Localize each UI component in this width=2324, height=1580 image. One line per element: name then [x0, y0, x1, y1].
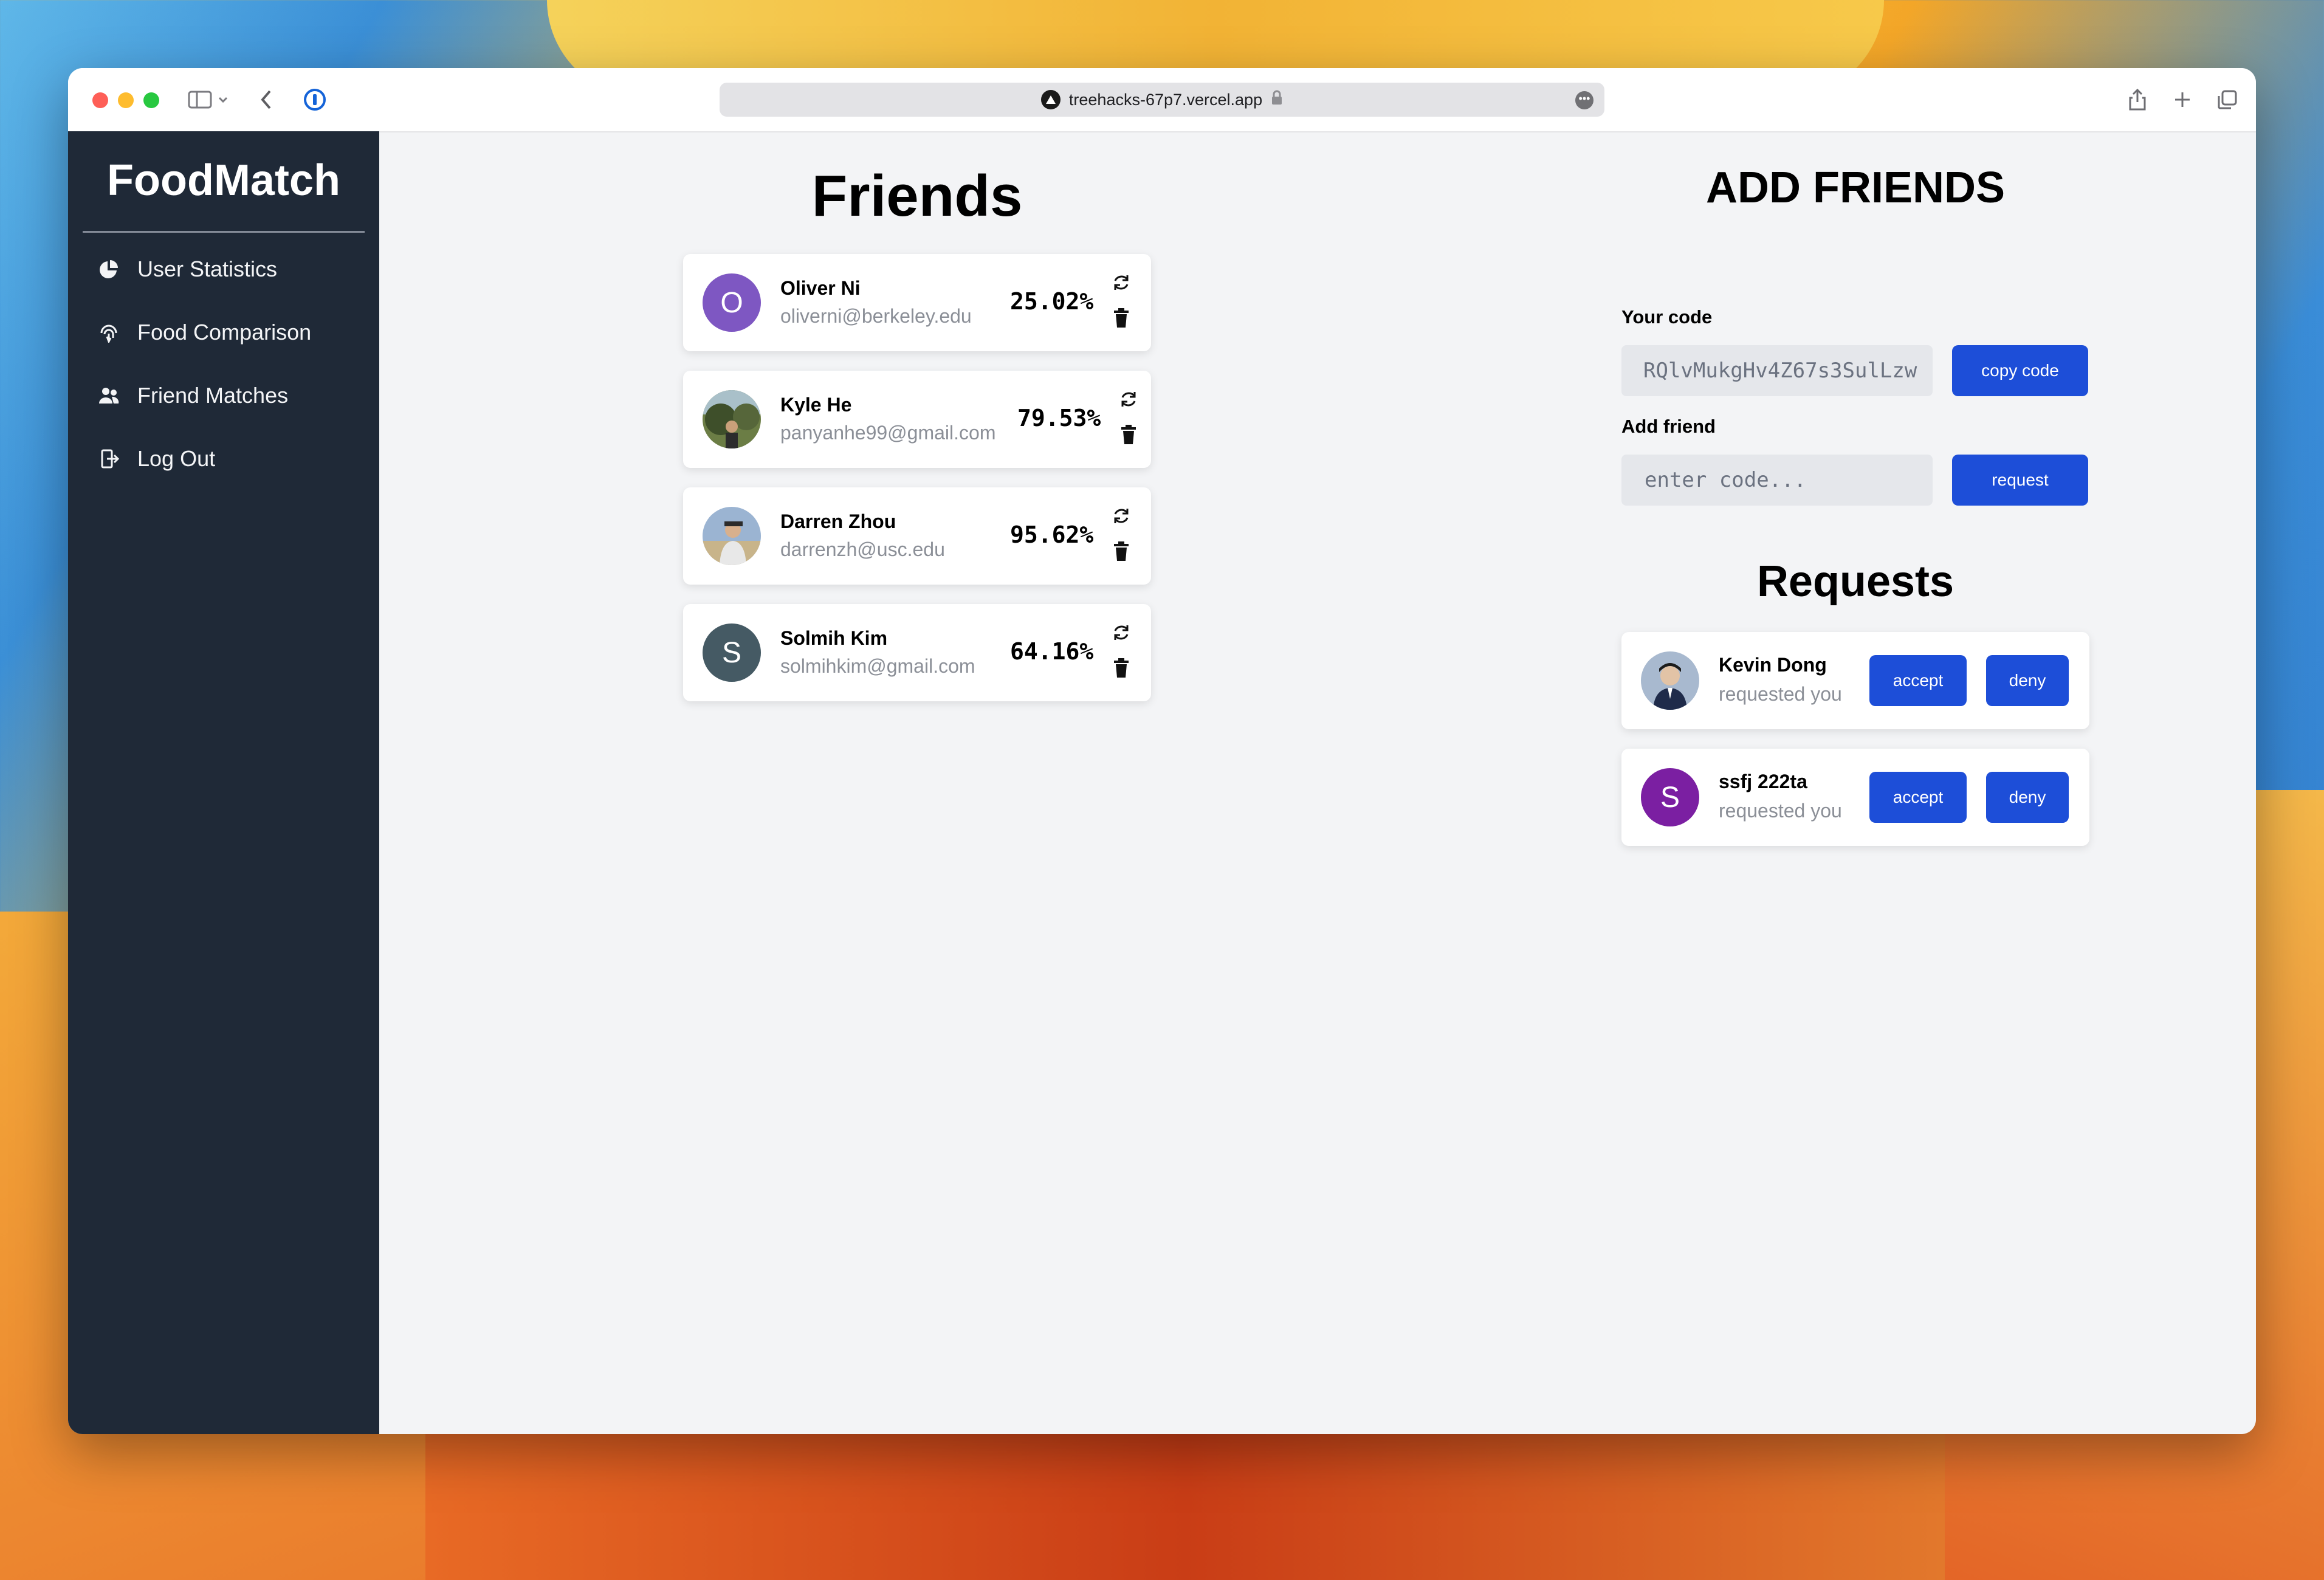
minimize-window-button[interactable]: [118, 92, 134, 108]
your-code-value: RQlvMukgHv4Z67s3SulLzw: [1643, 359, 1917, 383]
friend-card: O Oliver Ni oliverni@berkeley.edu 25.02%: [683, 254, 1151, 351]
request-card: Kevin Dong requested you accept deny: [1621, 632, 2089, 729]
request-button[interactable]: request: [1952, 455, 2088, 506]
sidebar-item-label: User Statistics: [137, 256, 278, 281]
friend-name: Oliver Ni: [780, 277, 861, 299]
share-icon[interactable]: [2122, 84, 2153, 115]
avatar: O: [703, 273, 761, 332]
sidebar-item-log-out[interactable]: Log Out: [98, 446, 215, 472]
requester-name: Kevin Dong: [1719, 654, 1827, 676]
request-card: S ssfj 222ta requested you accept deny: [1621, 749, 2089, 846]
avatar: [703, 507, 761, 565]
users-icon: [99, 388, 119, 404]
add-friend-input[interactable]: [1643, 467, 1933, 493]
accept-button[interactable]: accept: [1869, 655, 1967, 706]
avatar: S: [703, 623, 761, 682]
password-manager-icon[interactable]: [299, 84, 331, 115]
trash-icon[interactable]: [1112, 658, 1130, 678]
match-percentage: 95.62%: [1010, 521, 1094, 548]
back-icon[interactable]: [254, 84, 278, 115]
sidebar-item-user-statistics[interactable]: User Statistics: [98, 256, 277, 282]
friend-email: panyanhe99@gmail.com: [780, 422, 996, 444]
friend-email: solmihkim@gmail.com: [780, 655, 975, 677]
sidebar-item-friend-matches[interactable]: Friend Matches: [98, 383, 288, 408]
browser-window: treehacks-67p7.vercel.app ••• FoodMatch …: [68, 68, 2256, 1434]
refresh-icon[interactable]: [1118, 389, 1139, 410]
trash-icon[interactable]: [1112, 307, 1130, 328]
request-status: requested you: [1719, 683, 1842, 705]
sidebar-item-label: Food Comparison: [137, 320, 312, 345]
friend-email: darrenzh@usc.edu: [780, 538, 945, 560]
requester-name: ssfj 222ta: [1719, 771, 1807, 792]
friend-card: Darren Zhou darrenzh@usc.edu 95.62%: [683, 487, 1151, 585]
close-window-button[interactable]: [92, 92, 108, 108]
brand-logo[interactable]: FoodMatch: [68, 156, 379, 205]
friends-heading: Friends: [811, 163, 1023, 228]
avatar: [703, 390, 761, 448]
friend-name: Solmih Kim: [780, 627, 888, 649]
more-options-icon[interactable]: •••: [1575, 91, 1593, 109]
logout-icon: [101, 449, 119, 469]
friend-email: oliverni@berkeley.edu: [780, 305, 972, 327]
address-bar[interactable]: treehacks-67p7.vercel.app •••: [720, 83, 1604, 117]
match-percentage: 79.53%: [1017, 405, 1101, 431]
add-friend-label: Add friend: [1621, 416, 1716, 437]
browser-toolbar: treehacks-67p7.vercel.app •••: [68, 68, 2256, 132]
vercel-icon: [1040, 90, 1061, 109]
tab-overview-icon[interactable]: [2212, 84, 2243, 115]
requests-heading: Requests: [1756, 557, 1954, 606]
trash-icon[interactable]: [1112, 541, 1130, 562]
sidebar-toggle-icon[interactable]: [184, 84, 235, 115]
request-status: requested you: [1719, 800, 1842, 822]
add-friends-heading: ADD FRIENDS: [1705, 163, 2005, 212]
friend-card: S Solmih Kim solmihkim@gmail.com 64.16%: [683, 604, 1151, 701]
sidebar: FoodMatch User Statistics Food Compariso…: [68, 131, 379, 1434]
lock-icon: [1271, 90, 1283, 110]
your-code-field[interactable]: RQlvMukgHv4Z67s3SulLzw: [1621, 345, 1933, 396]
sidebar-item-label: Friend Matches: [137, 383, 289, 408]
trash-icon[interactable]: [1119, 424, 1138, 445]
refresh-icon[interactable]: [1111, 506, 1132, 526]
deny-button[interactable]: deny: [1986, 772, 2069, 823]
match-percentage: 25.02%: [1010, 288, 1094, 315]
match-percentage: 64.16%: [1010, 638, 1094, 665]
friend-name: Darren Zhou: [780, 510, 896, 532]
deny-button[interactable]: deny: [1986, 655, 2069, 706]
sidebar-item-food-comparison[interactable]: Food Comparison: [98, 320, 311, 345]
avatar: [1641, 651, 1699, 710]
sidebar-divider: [83, 231, 365, 233]
accept-button[interactable]: accept: [1869, 772, 1967, 823]
main-content: Friends O Oliver Ni oliverni@berkeley.ed…: [379, 131, 2256, 1434]
friend-name: Kyle He: [780, 394, 852, 416]
your-code-label: Your code: [1621, 306, 1713, 328]
zoom-window-button[interactable]: [143, 92, 159, 108]
avatar: S: [1641, 768, 1699, 826]
new-tab-icon[interactable]: [2167, 84, 2198, 115]
url-text: treehacks-67p7.vercel.app: [1068, 90, 1263, 109]
pie-chart-icon: [100, 260, 118, 278]
sidebar-item-label: Log Out: [137, 446, 216, 471]
fingerprint-icon: [100, 325, 117, 343]
copy-code-button[interactable]: copy code: [1952, 345, 2088, 396]
add-friend-field: [1621, 455, 1933, 506]
friend-card: Kyle He panyanhe99@gmail.com 79.53%: [683, 371, 1151, 468]
refresh-icon[interactable]: [1111, 272, 1132, 293]
refresh-icon[interactable]: [1111, 622, 1132, 643]
